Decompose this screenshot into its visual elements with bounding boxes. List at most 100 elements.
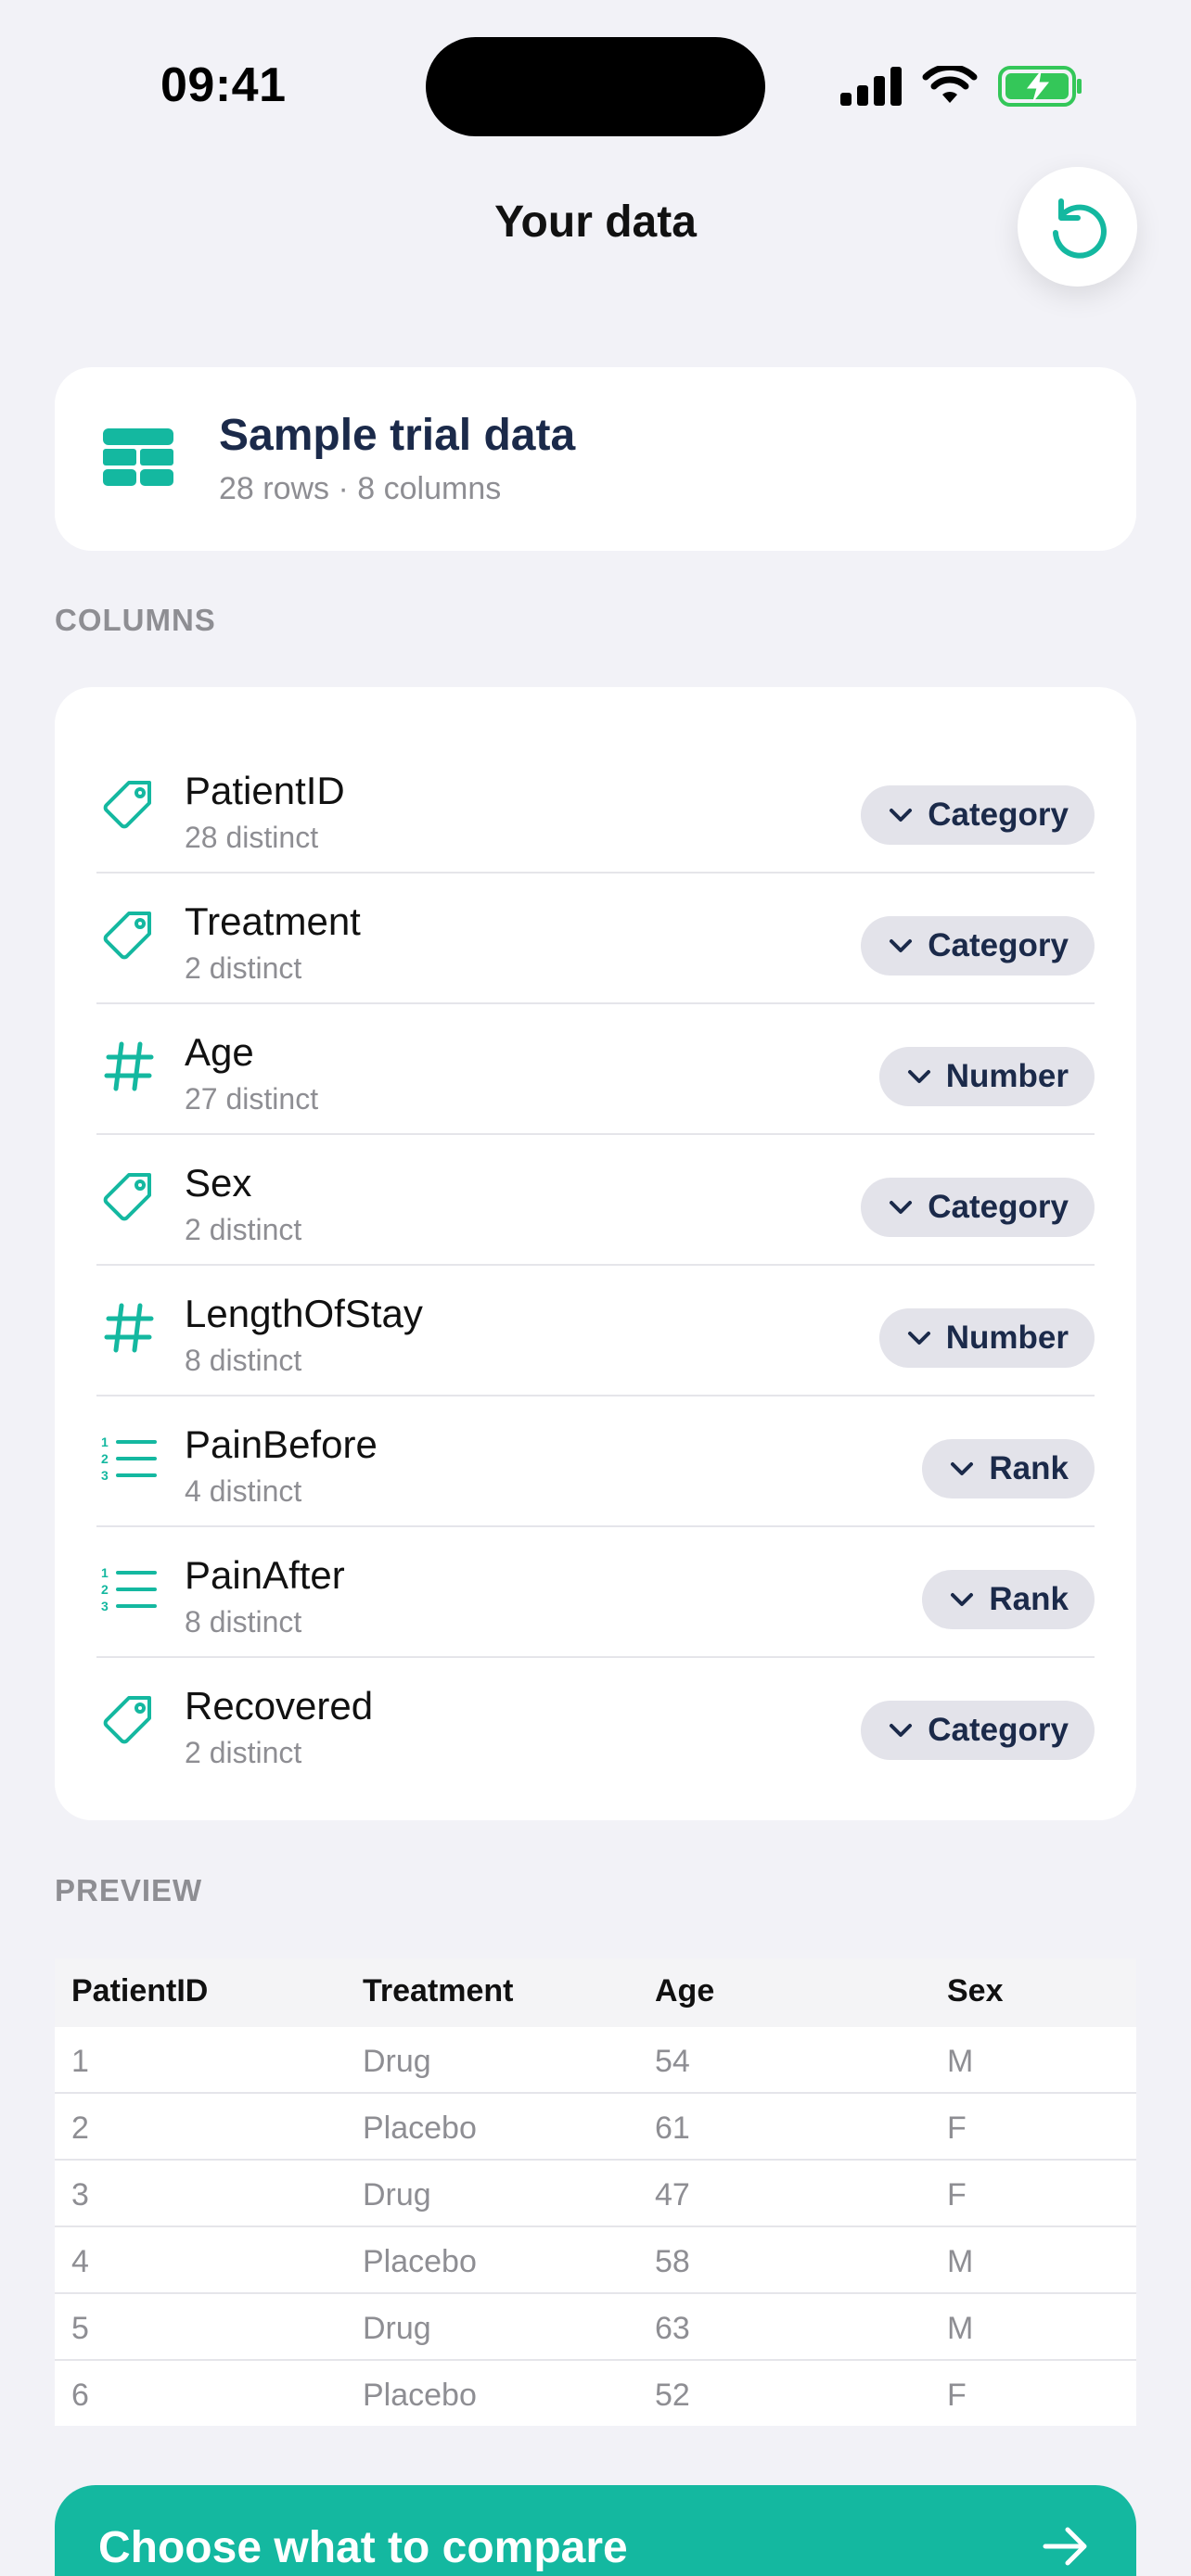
table-icon [103, 428, 173, 486]
column-type-label: Category [928, 1189, 1069, 1225]
column-type-label: Rank [989, 1581, 1069, 1617]
column-type-dropdown[interactable]: Number [878, 1047, 1095, 1106]
column-name: PainAfter [185, 1553, 345, 1597]
svg-text:3: 3 [101, 1468, 109, 1483]
preview-header-cell: Age [655, 1973, 715, 2009]
column-name: Age [185, 1030, 254, 1074]
preview-cell: F [947, 2378, 967, 2413]
chevron-down-icon [950, 1591, 974, 1608]
preview-header-cell: PatientID [71, 1973, 209, 2009]
column-distinct-count: 2 distinct [185, 1736, 302, 1769]
column-distinct-count: 27 distinct [185, 1082, 319, 1116]
column-type-dropdown[interactable]: Category [861, 1701, 1095, 1760]
hash-icon [96, 1034, 161, 1099]
preview-cell: Placebo [363, 2244, 477, 2279]
column-row: Sex 2 distinct Category [96, 1135, 1095, 1266]
column-type-dropdown[interactable]: Rank [922, 1439, 1095, 1498]
column-row: 1 2 3 PainBefore 4 distinct Rank [96, 1396, 1095, 1527]
column-type-dropdown[interactable]: Category [861, 785, 1095, 845]
page-title: Your data [494, 198, 697, 247]
preview-cell: M [947, 2044, 974, 2079]
column-type-label: Category [928, 1712, 1069, 1748]
chevron-down-icon [950, 1460, 974, 1477]
dataset-title: Sample trial data [219, 411, 576, 460]
chevron-down-icon [907, 1330, 931, 1346]
column-name: PatientID [185, 769, 345, 812]
preview-cell: 4 [71, 2244, 89, 2279]
column-row: PatientID 28 distinct Category [96, 743, 1095, 874]
chevron-down-icon [889, 937, 913, 954]
column-type-dropdown[interactable]: Category [861, 916, 1095, 976]
chevron-down-icon [889, 1722, 913, 1739]
preview-cell: F [947, 2111, 967, 2146]
column-name: Sex [185, 1161, 252, 1205]
status-bar: 09:41 [0, 0, 1191, 148]
preview-row: 4 Placebo 58 M [55, 2227, 1136, 2294]
chevron-down-icon [889, 1199, 913, 1216]
preview-cell: Drug [363, 2044, 431, 2079]
preview-cell: F [947, 2177, 967, 2213]
preview-header-cell: Sex [947, 1973, 1004, 2009]
column-type-label: Category [928, 797, 1069, 833]
columns-section-label: COLUMNS [55, 603, 216, 637]
column-distinct-count: 28 distinct [185, 821, 319, 854]
column-type-dropdown[interactable]: Category [861, 1178, 1095, 1237]
ordered-list-icon: 1 2 3 [96, 1557, 161, 1622]
arrow-right-icon [1043, 2527, 1087, 2566]
column-distinct-count: 8 distinct [185, 1605, 302, 1639]
preview-header-cell: Treatment [363, 1973, 514, 2009]
tag-icon [96, 772, 161, 837]
column-name: PainBefore [185, 1422, 378, 1466]
preview-row: 2 Placebo 61 F [55, 2094, 1136, 2161]
cta-label: Choose what to compare [98, 2523, 628, 2572]
column-type-label: Number [945, 1058, 1069, 1094]
svg-text:2: 2 [101, 1451, 109, 1466]
choose-compare-button[interactable]: Choose what to compare [55, 2485, 1136, 2576]
column-name: Treatment [185, 899, 361, 943]
column-distinct-count: 8 distinct [185, 1344, 302, 1377]
ordered-list-icon: 1 2 3 [96, 1426, 161, 1491]
svg-text:2: 2 [101, 1582, 109, 1597]
column-name: LengthOfStay [185, 1292, 423, 1335]
preview-cell: 54 [655, 2044, 690, 2079]
preview-cell: 3 [71, 2177, 89, 2213]
preview-row: 1 Drug 54 M [55, 2027, 1136, 2094]
dataset-subtitle: 28 rows · 8 columns [219, 471, 502, 506]
reset-button[interactable] [1018, 167, 1137, 287]
tag-icon [96, 1688, 161, 1753]
rotate-ccw-icon [1052, 198, 1107, 259]
columns-card: PatientID 28 distinct Category Treatment 2 d… [55, 687, 1136, 1820]
column-row: LengthOfStay 8 distinct Number [96, 1266, 1095, 1396]
column-row: Treatment 2 distinct Category [96, 874, 1095, 1004]
preview-cell: 6 [71, 2378, 89, 2413]
chevron-down-icon [907, 1068, 931, 1085]
battery-charging-icon [998, 66, 1082, 107]
column-distinct-count: 2 distinct [185, 951, 302, 985]
tag-icon [96, 1165, 161, 1230]
preview-cell: M [947, 2244, 974, 2279]
hash-icon [96, 1295, 161, 1360]
preview-cell: 52 [655, 2378, 690, 2413]
wifi-icon [922, 66, 978, 103]
preview-row: 3 Drug 47 F [55, 2161, 1136, 2227]
svg-text:1: 1 [101, 1435, 109, 1449]
column-type-dropdown[interactable]: Rank [922, 1570, 1095, 1629]
dataset-card[interactable]: Sample trial data 28 rows · 8 columns [55, 367, 1136, 551]
preview-cell: 5 [71, 2311, 89, 2346]
screen: 09:41 Your data Sample trial data 28 row… [0, 0, 1191, 2576]
preview-cell: 47 [655, 2177, 690, 2213]
tag-icon [96, 903, 161, 968]
svg-text:3: 3 [101, 1599, 109, 1613]
preview-cell: 1 [71, 2044, 89, 2079]
preview-cell: Placebo [363, 2378, 477, 2413]
preview-cell: Drug [363, 2311, 431, 2346]
column-name: Recovered [185, 1684, 374, 1728]
column-row: Recovered 2 distinct Category [96, 1658, 1095, 1789]
signal-icon [840, 67, 902, 106]
preview-cell: 58 [655, 2244, 690, 2279]
column-type-dropdown[interactable]: Number [878, 1308, 1095, 1368]
column-type-label: Number [945, 1320, 1069, 1356]
column-distinct-count: 4 distinct [185, 1474, 302, 1508]
preview-row: 5 Drug 63 M [55, 2294, 1136, 2361]
preview-cell: Placebo [363, 2111, 477, 2146]
